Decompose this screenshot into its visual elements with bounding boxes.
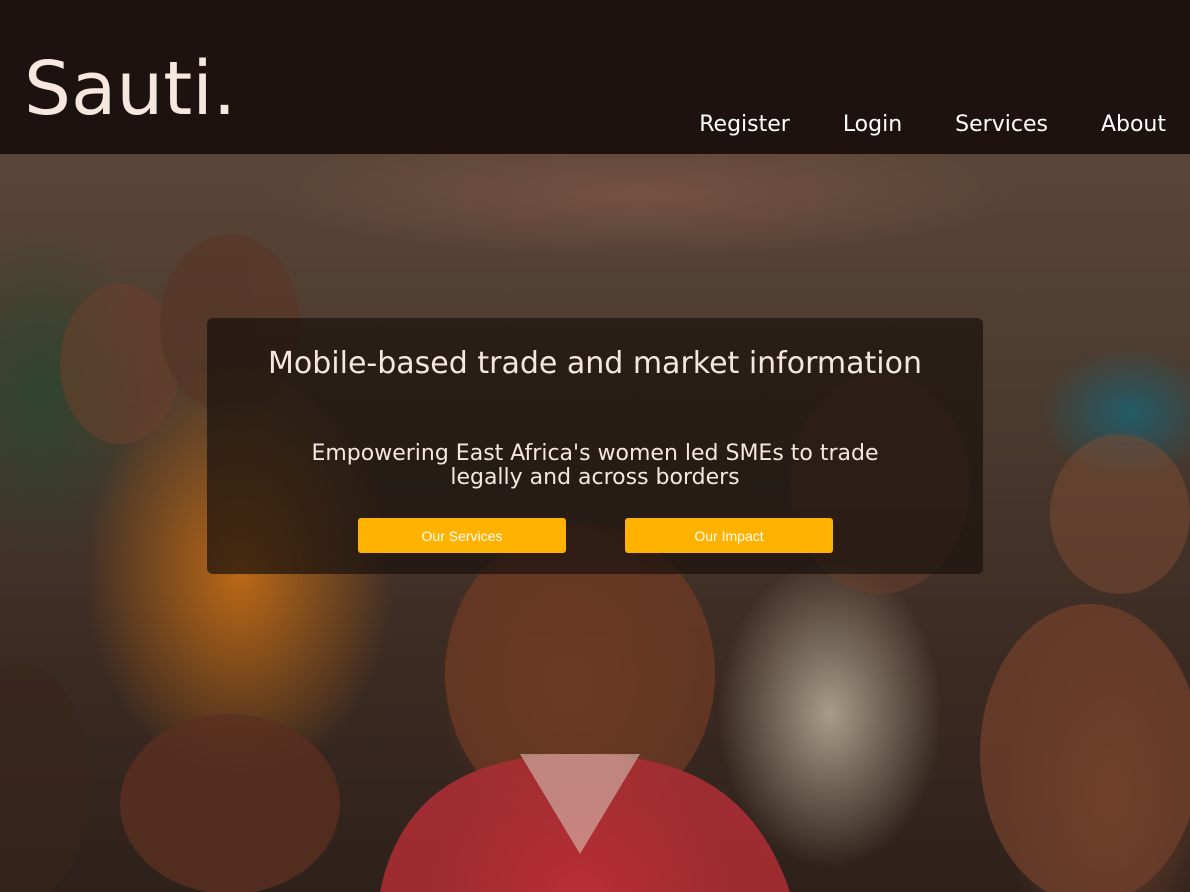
our-impact-button[interactable]: Our Impact [625, 518, 833, 553]
nav-services-link[interactable]: Services [955, 110, 1048, 140]
hero-subheadline: Empowering East Africa's women led SMEs … [311, 441, 879, 490]
nav-login-link[interactable]: Login [843, 110, 902, 140]
hero-overlay-card: Mobile-based trade and market informatio… [207, 318, 983, 574]
sauti-logo[interactable]: Sauti. [24, 52, 236, 126]
main-nav: Register Login Services About [699, 110, 1166, 140]
hero-section: Mobile-based trade and market informatio… [0, 154, 1190, 892]
nav-about-link[interactable]: About [1101, 110, 1166, 140]
our-services-button[interactable]: Our Services [358, 518, 566, 553]
hero-headline: Mobile-based trade and market informatio… [268, 346, 922, 381]
nav-register-link[interactable]: Register [699, 110, 790, 140]
site-header: Sauti. Register Login Services About [0, 0, 1190, 154]
